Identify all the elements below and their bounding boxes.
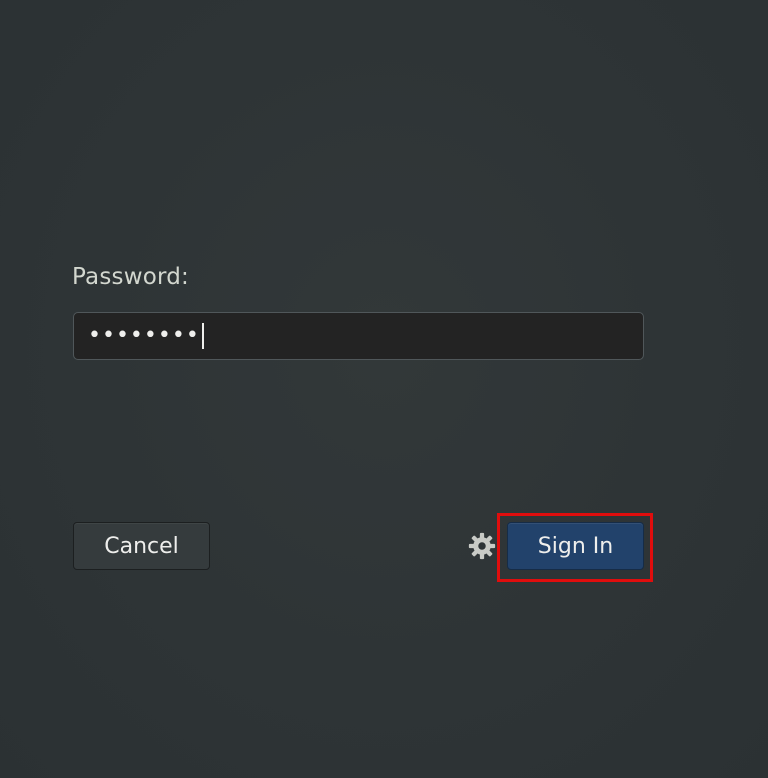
sign-in-button[interactable]: Sign In xyxy=(507,522,644,570)
gear-icon-svg xyxy=(468,532,496,560)
text-caret xyxy=(201,323,204,349)
password-field[interactable]: •••••••• xyxy=(73,312,644,360)
cancel-button[interactable]: Cancel xyxy=(73,522,210,570)
login-screen: Password: •••••••• Cancel Sign In xyxy=(0,0,768,778)
cancel-button-label: Cancel xyxy=(104,533,179,559)
sign-in-button-label: Sign In xyxy=(537,533,614,559)
password-masked-value: •••••••• xyxy=(88,323,200,348)
password-label: Password: xyxy=(72,264,189,290)
gear-icon[interactable] xyxy=(467,531,497,561)
